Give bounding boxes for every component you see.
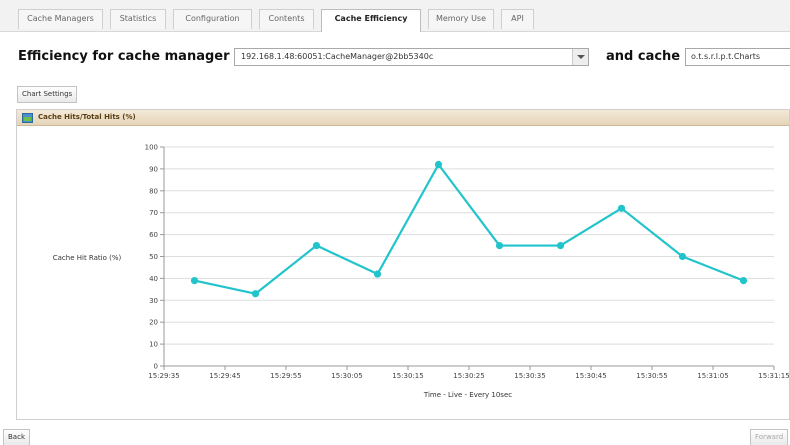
x-tick-label: 15:30:55 bbox=[636, 372, 667, 380]
x-tick-label: 15:29:55 bbox=[270, 372, 301, 380]
x-tick-label: 15:30:25 bbox=[453, 372, 484, 380]
y-tick-label: 0 bbox=[154, 363, 158, 371]
tab-statistics[interactable]: Statistics bbox=[110, 9, 166, 29]
cache-manager-value: 192.168.1.48:60051:CacheManager@2bb5340c bbox=[241, 52, 434, 61]
data-point bbox=[678, 252, 687, 261]
data-point bbox=[739, 276, 748, 285]
x-tick-label: 15:30:35 bbox=[514, 372, 545, 380]
chart-panel: Cache Hits/Total Hits (%) 0 10 20 30 40 50 60 7… bbox=[16, 109, 790, 420]
x-axis-label: Time - Live - Every 10sec bbox=[423, 391, 512, 399]
data-point bbox=[251, 290, 260, 298]
y-tick-label: 80 bbox=[149, 187, 158, 195]
forward-button[interactable]: Forward bbox=[750, 429, 789, 445]
data-point bbox=[434, 160, 443, 169]
x-tick-label: 15:31:05 bbox=[697, 372, 728, 380]
cache-name-field[interactable]: o.t.s.r.l.p.t.Charts bbox=[685, 48, 790, 66]
x-tick-label: 15:30:05 bbox=[331, 372, 362, 380]
data-point bbox=[373, 270, 382, 278]
y-tick-label: 20 bbox=[149, 319, 158, 327]
grid-lines bbox=[164, 146, 774, 345]
tab-contents[interactable]: Contents bbox=[259, 9, 314, 29]
y-axis-label: Cache Hit Ratio (%) bbox=[53, 254, 122, 262]
x-tick-label: 15:31:15 bbox=[758, 372, 789, 380]
x-tick-label: 15:29:45 bbox=[209, 372, 240, 380]
data-point bbox=[312, 241, 321, 250]
cache-hit-chart: 0 10 20 30 40 50 60 70 80 90 100 15:29:35 15:29:45 15… bbox=[53, 144, 789, 400]
y-tick-label: 60 bbox=[149, 231, 158, 239]
data-point bbox=[495, 241, 504, 250]
chevron-down-icon[interactable] bbox=[572, 49, 588, 65]
x-tick-label: 15:30:45 bbox=[575, 372, 606, 380]
series-line bbox=[194, 163, 744, 295]
x-tick-label: 15:30:15 bbox=[392, 372, 423, 380]
tab-cache-managers[interactable]: Cache Managers bbox=[18, 9, 103, 29]
tab-api[interactable]: API bbox=[501, 9, 534, 29]
efficiency-header: Efficiency for cache manager 192.168.1.4… bbox=[0, 44, 790, 70]
x-tick-label: 15:29:35 bbox=[148, 372, 179, 380]
data-point bbox=[617, 204, 626, 212]
y-tick-label: 50 bbox=[149, 253, 158, 261]
y-tick-label: 30 bbox=[149, 297, 158, 305]
panel-title: Cache Hits/Total Hits (%) bbox=[38, 113, 136, 121]
series bbox=[190, 160, 748, 298]
data-point bbox=[556, 241, 565, 250]
y-tick-label: 40 bbox=[149, 275, 158, 283]
chart-icon bbox=[22, 113, 33, 123]
y-tick-label: 10 bbox=[149, 341, 158, 349]
and-cache-label: and cache bbox=[606, 49, 681, 64]
tab-bar: Cache Managers Statistics Configuration … bbox=[0, 0, 790, 32]
chart-settings-button[interactable]: Chart Settings bbox=[17, 86, 78, 103]
tab-configuration[interactable]: Configuration bbox=[173, 9, 252, 29]
tab-memory-use[interactable]: Memory Use bbox=[428, 9, 494, 29]
panel-header: Cache Hits/Total Hits (%) bbox=[17, 110, 789, 126]
cache-manager-select[interactable]: 192.168.1.48:60051:CacheManager@2bb5340c bbox=[234, 48, 589, 66]
y-tick-label: 90 bbox=[149, 165, 158, 173]
data-point bbox=[190, 276, 199, 285]
back-button[interactable]: Back bbox=[3, 429, 30, 445]
y-tick-label: 70 bbox=[149, 209, 158, 217]
efficiency-label: Efficiency for cache manager bbox=[18, 49, 230, 64]
y-tick-label: 100 bbox=[145, 144, 158, 152]
tab-cache-efficiency[interactable]: Cache Efficiency bbox=[321, 9, 421, 32]
